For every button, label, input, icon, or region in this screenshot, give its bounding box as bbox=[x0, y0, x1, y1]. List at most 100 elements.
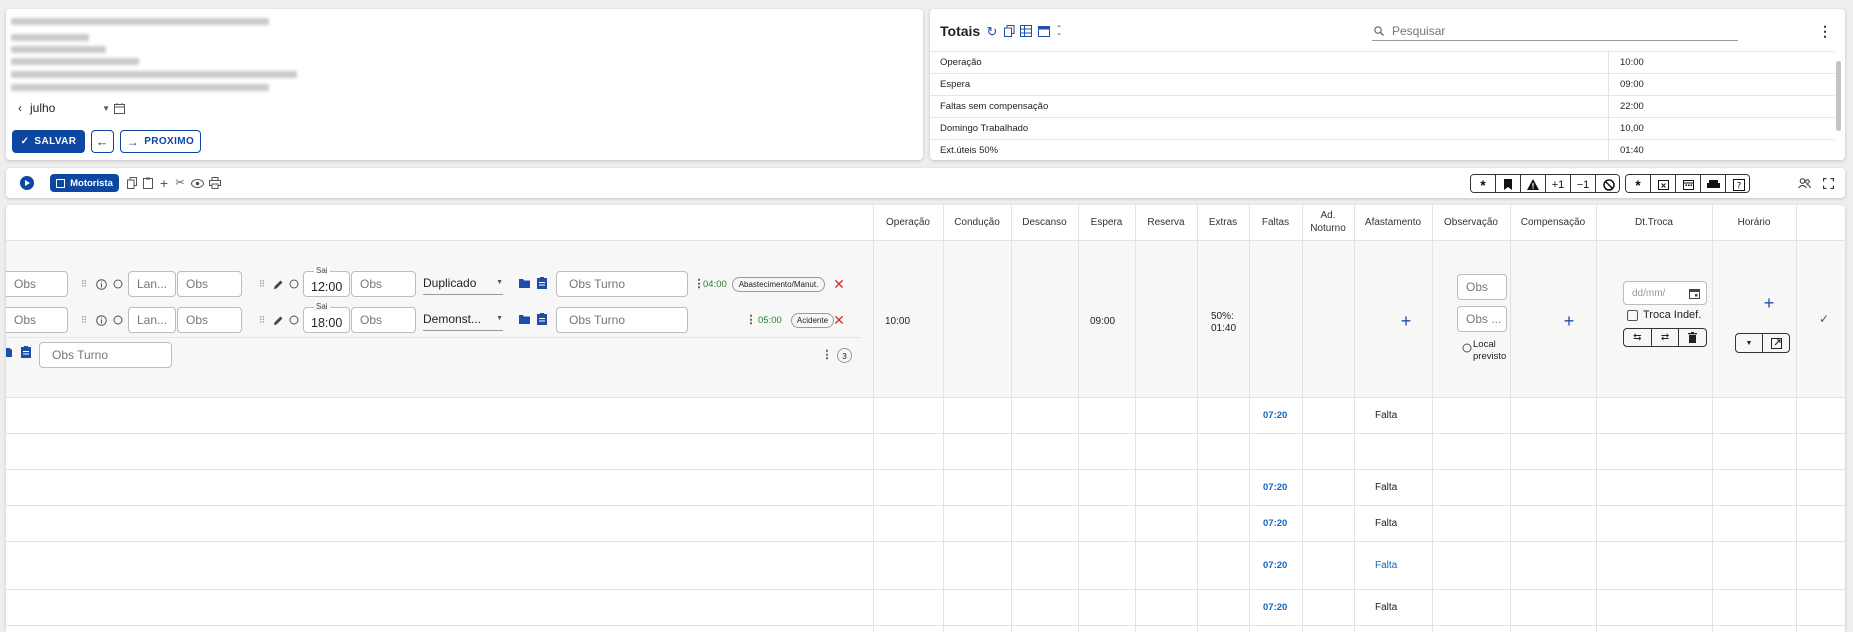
save-button[interactable]: ✓ SALVAR bbox=[12, 130, 85, 153]
more-vert-icon[interactable]: ⋮ bbox=[1818, 23, 1832, 39]
column-header-observacao[interactable]: Observação bbox=[1432, 205, 1510, 239]
add-icon[interactable]: + bbox=[1762, 294, 1776, 312]
lan-input[interactable]: Lan... bbox=[128, 271, 176, 297]
troca-indef-checkbox[interactable] bbox=[1627, 310, 1638, 321]
tag-chip[interactable]: Abastecimento/Manut. bbox=[732, 277, 825, 292]
print-icon[interactable] bbox=[208, 176, 222, 190]
delete-button[interactable] bbox=[1679, 329, 1706, 346]
check-icon[interactable]: ✓ bbox=[1817, 312, 1831, 326]
status-select[interactable]: Duplicado ▼ bbox=[423, 271, 503, 295]
refresh-icon[interactable]: ↻ bbox=[985, 24, 999, 38]
info-icon[interactable] bbox=[95, 314, 107, 326]
more-vert-icon[interactable]: ⋮ bbox=[746, 313, 757, 327]
drag-handle-icon[interactable]: ⠿ bbox=[258, 277, 266, 291]
eye-icon[interactable] bbox=[190, 176, 204, 190]
copy-icon[interactable] bbox=[126, 176, 138, 190]
clipboard-icon[interactable] bbox=[20, 346, 32, 358]
chevron-left-icon[interactable]: ‹ bbox=[14, 101, 26, 115]
obs-input[interactable]: Obs bbox=[351, 271, 416, 297]
asterisk-button[interactable]: * bbox=[1626, 175, 1651, 192]
info-icon[interactable] bbox=[95, 278, 107, 290]
close-icon[interactable]: ✕ bbox=[832, 277, 846, 291]
more-vert-icon[interactable]: ⋮ bbox=[822, 348, 833, 362]
plus-one-button[interactable]: +1 bbox=[1546, 175, 1571, 192]
calendar-icon[interactable] bbox=[112, 101, 126, 115]
radio-icon[interactable] bbox=[112, 278, 124, 290]
add-icon[interactable]: + bbox=[158, 176, 170, 190]
time-input[interactable]: 12:00 Sai bbox=[303, 266, 350, 297]
radio-icon[interactable] bbox=[112, 314, 124, 326]
block-button[interactable] bbox=[1596, 175, 1619, 192]
minus-one-button[interactable]: −1 bbox=[1571, 175, 1596, 192]
observacao-input[interactable]: Obs ... bbox=[1457, 306, 1507, 332]
add-icon[interactable]: + bbox=[1562, 312, 1576, 330]
tag-chip[interactable]: Acidente bbox=[791, 313, 834, 328]
calendar-edit-icon[interactable] bbox=[1037, 24, 1051, 38]
sort-icon[interactable]: ⌃ ⌄ bbox=[1054, 23, 1064, 39]
column-header-operacao[interactable]: Operação bbox=[873, 205, 943, 239]
obs-input[interactable]: Obs bbox=[177, 271, 242, 297]
folder-icon[interactable] bbox=[518, 277, 530, 289]
bookmark-button[interactable] bbox=[1496, 175, 1521, 192]
tools-icon[interactable]: ✂ bbox=[174, 176, 186, 190]
column-header-ad-noturno[interactable]: Ad. Noturno bbox=[1302, 205, 1354, 239]
driver-toggle-button[interactable]: Motorista bbox=[50, 174, 119, 192]
obs-input[interactable]: Obs bbox=[177, 307, 242, 333]
drag-handle-icon[interactable]: ⠿ bbox=[258, 313, 266, 327]
clipboard-icon[interactable] bbox=[142, 176, 154, 190]
search-input[interactable] bbox=[1392, 23, 1722, 38]
column-header-faltas[interactable]: Faltas bbox=[1249, 205, 1302, 239]
radio-icon[interactable] bbox=[288, 314, 300, 326]
play-icon[interactable] bbox=[20, 176, 34, 190]
radio-icon[interactable] bbox=[288, 278, 300, 290]
clipboard-icon[interactable] bbox=[536, 277, 548, 289]
next-button[interactable]: → PROXIMO bbox=[120, 130, 201, 153]
column-header-horario[interactable]: Horário bbox=[1712, 205, 1796, 239]
add-icon[interactable]: + bbox=[1399, 312, 1413, 330]
people-icon[interactable] bbox=[1797, 176, 1811, 190]
swap-left-button[interactable]: ⇆ bbox=[1624, 329, 1652, 346]
open-external-button[interactable] bbox=[1763, 334, 1789, 352]
drag-handle-icon[interactable]: ⠿ bbox=[80, 313, 88, 327]
table-icon[interactable] bbox=[1019, 24, 1033, 38]
obs-input[interactable]: Obs bbox=[6, 307, 68, 333]
obs-turno-input[interactable]: Obs Turno bbox=[39, 342, 172, 368]
observacao-input[interactable]: Obs bbox=[1457, 274, 1507, 300]
column-header-compensacao[interactable]: Compensação bbox=[1510, 205, 1596, 239]
edit-icon[interactable] bbox=[272, 314, 284, 326]
asterisk-button[interactable]: * bbox=[1471, 175, 1496, 192]
time-input[interactable]: 18:00 Sai bbox=[303, 302, 350, 333]
copy-icon[interactable] bbox=[1002, 24, 1016, 38]
obs-input[interactable]: Obs bbox=[351, 307, 416, 333]
folder-icon[interactable] bbox=[518, 313, 530, 325]
date-input[interactable]: dd/mm/ bbox=[1623, 281, 1707, 305]
help-button[interactable]: ? bbox=[1726, 175, 1749, 192]
warning-button[interactable] bbox=[1521, 175, 1546, 192]
search-box[interactable] bbox=[1372, 21, 1738, 41]
more-vert-icon[interactable]: ⋮ bbox=[694, 277, 705, 291]
totals-scrollbar[interactable] bbox=[1836, 61, 1841, 131]
status-select[interactable]: Demonst... ▼ bbox=[423, 307, 503, 331]
fullscreen-icon[interactable] bbox=[1821, 176, 1835, 190]
obs-input[interactable]: Obs bbox=[6, 271, 68, 297]
column-header-descanso[interactable]: Descanso bbox=[1011, 205, 1078, 239]
column-header-afastamento[interactable]: Afastamento bbox=[1354, 205, 1432, 239]
month-select[interactable]: julho ▼ bbox=[30, 99, 110, 117]
close-icon[interactable]: ✕ bbox=[832, 313, 846, 327]
calendar-cancel-button[interactable] bbox=[1651, 175, 1676, 192]
column-header-extras[interactable]: Extras bbox=[1197, 205, 1249, 239]
edit-icon[interactable] bbox=[272, 278, 284, 290]
lan-input[interactable]: Lan... bbox=[128, 307, 176, 333]
calendar-month-button[interactable] bbox=[1676, 175, 1701, 192]
drag-handle-icon[interactable]: ⠿ bbox=[80, 277, 88, 291]
back-button[interactable]: ← bbox=[91, 130, 114, 153]
folder-icon[interactable] bbox=[6, 346, 12, 358]
column-header-dt-troca[interactable]: Dt.Troca bbox=[1596, 205, 1712, 239]
radio-icon[interactable] bbox=[1461, 342, 1473, 354]
swap-right-button[interactable]: ⇄ bbox=[1652, 329, 1680, 346]
column-header-reserva[interactable]: Reserva bbox=[1135, 205, 1197, 239]
obs-turno-input[interactable]: Obs Turno bbox=[556, 271, 688, 297]
sofa-button[interactable] bbox=[1701, 175, 1726, 192]
obs-turno-input[interactable]: Obs Turno bbox=[556, 307, 688, 333]
column-header-espera[interactable]: Espera bbox=[1078, 205, 1135, 239]
